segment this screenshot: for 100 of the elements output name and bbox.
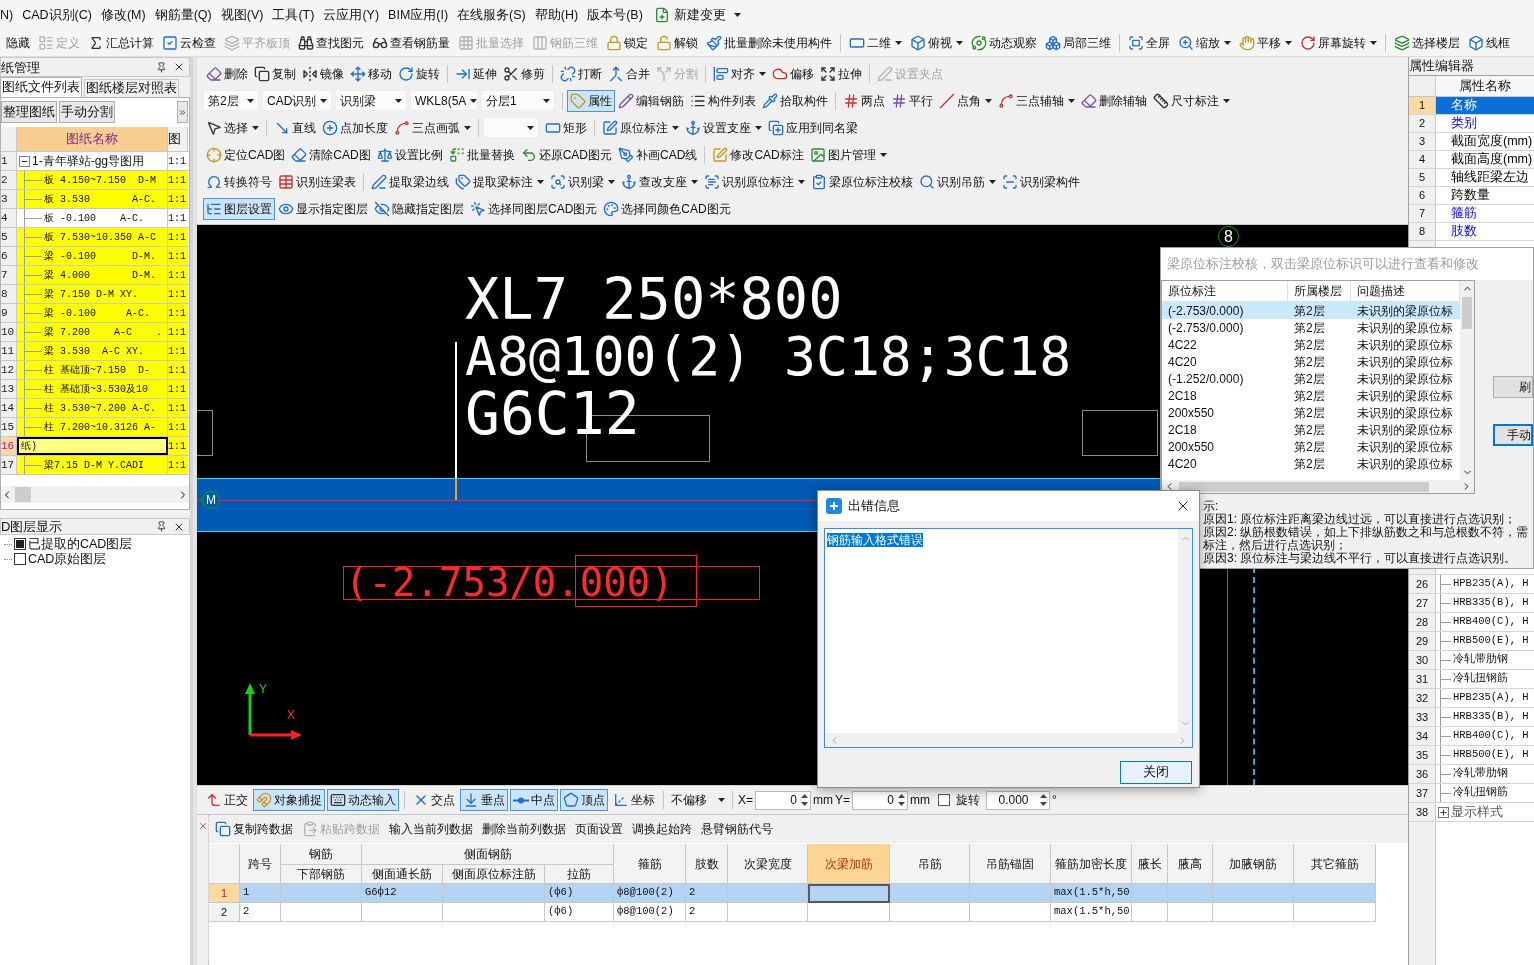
tool-button[interactable]: 顶点 — [560, 789, 608, 811]
tool-button[interactable]: 页面设置 — [572, 818, 626, 840]
menu-button[interactable]: 识别吊筋 — [916, 170, 999, 193]
horizontal-scrollbar[interactable] — [1162, 480, 1474, 493]
menu-button[interactable]: 新建变更 — [653, 5, 741, 25]
tool-button[interactable]: 图层设置 — [203, 197, 275, 220]
column-header[interactable]: 钢筋 — [281, 844, 362, 865]
tool-button[interactable]: 查看钢筋量 — [368, 32, 454, 54]
menu-item[interactable]: 视图(V) — [220, 5, 264, 25]
table-cell[interactable]: 梁 4.000 D-M. — [17, 266, 168, 284]
menu-button[interactable]: 三点辅轴 — [995, 89, 1078, 112]
horizontal-scrollbar[interactable] — [1, 486, 189, 503]
column-header[interactable]: 箍筋加密长度 — [1051, 844, 1132, 884]
row-number[interactable]: 2 — [209, 903, 240, 922]
tool-button[interactable]: 清除CAD图 — [288, 143, 374, 166]
row-number[interactable]: 3 — [1, 190, 17, 208]
menu-button[interactable]: 原位标注 — [599, 116, 682, 139]
tool-button[interactable]: 镜像 — [299, 62, 347, 85]
column-header[interactable]: 侧面原位标注筋 — [443, 865, 545, 884]
tool-button[interactable]: 输入当前列数据 — [386, 818, 476, 840]
row-number[interactable]: 8 — [1409, 223, 1436, 240]
column-header[interactable]: 肢数 — [686, 844, 728, 884]
table-row[interactable]: 2 2 (ф6) ф8@100(2) 2 max(1.5*h,50 — [209, 903, 1376, 922]
tool-button[interactable]: 定位CAD图 — [203, 143, 289, 166]
menu-item[interactable]: BIM应用(I) — [388, 5, 449, 25]
tool-button[interactable]: 锁定 — [602, 32, 652, 54]
scroll-thumb[interactable] — [1462, 297, 1472, 329]
row-number[interactable]: 10 — [1, 323, 17, 341]
property-name[interactable]: 轴线距梁左边 — [1436, 169, 1534, 186]
tool-button[interactable]: 动态输入 — [327, 789, 399, 811]
tool-button[interactable]: 设置比例 — [373, 143, 446, 166]
table-cell[interactable]: 梁 -0.100 D-M. — [17, 247, 168, 265]
row-number[interactable]: 11 — [1, 342, 17, 360]
close-icon[interactable] — [173, 61, 185, 73]
tool-button[interactable]: 转换符号 — [203, 170, 275, 193]
pin-icon[interactable] — [156, 61, 167, 73]
row-number[interactable]: 1 — [1, 152, 17, 170]
message-field[interactable]: 钢筋输入格式错误 — [824, 528, 1193, 748]
column-header[interactable]: 腋长 — [1132, 844, 1168, 884]
pin-icon[interactable] — [156, 521, 167, 532]
menu-item[interactable]: 帮助(H) — [534, 5, 579, 25]
table-cell[interactable]: 板 3.530 A-C. — [17, 190, 168, 208]
table-cell[interactable]: 梁7.15 D-M Y.CADI — [17, 456, 168, 474]
column-header[interactable]: 吊筋 — [890, 844, 970, 884]
menu-button[interactable]: 屏幕旋转 — [1296, 32, 1381, 54]
dropdown-field[interactable]: 识别梁 — [335, 90, 407, 111]
scroll-thumb[interactable] — [15, 487, 31, 502]
number-field[interactable]: 0.000 — [986, 790, 1051, 810]
table-cell[interactable]: 梁 7.150 D-M XY. — [17, 285, 168, 303]
table-cell[interactable]: 柱 7.200~10.3126 A- — [17, 418, 168, 436]
table-cell[interactable]: 梁 7.200 A-C . — [17, 323, 168, 341]
property-name[interactable]: 跨数量 — [1436, 187, 1534, 204]
tool-button[interactable]: 拾取构件 — [759, 89, 831, 112]
row-number[interactable]: 6 — [1409, 187, 1436, 204]
tool-button[interactable]: 对象捕捉 — [253, 789, 325, 811]
tool-button[interactable]: 删除当前列数据 — [479, 818, 569, 840]
table-cell[interactable]: 柱 基础顶~3.530及10 — [17, 380, 168, 398]
tool-button[interactable]: 属性 — [567, 89, 615, 112]
column-header[interactable]: 其它箍筋 — [1294, 844, 1376, 884]
row-number[interactable]: 1 — [1409, 97, 1436, 114]
tool-button[interactable]: 编辑钢筋 — [615, 89, 687, 112]
menu-item[interactable]: 工具(T) — [272, 5, 315, 25]
column-header[interactable]: 侧面通长筋 — [362, 865, 443, 884]
tool-button[interactable]: 偏移 — [769, 62, 817, 85]
menu-button[interactable]: 俯视 — [906, 32, 967, 54]
menu-button[interactable]: 对齐 — [710, 62, 769, 85]
dialog-button[interactable]: 关闭 — [1120, 761, 1192, 784]
row-number[interactable]: 4 — [1409, 151, 1436, 168]
tool-button[interactable]: 合并 — [605, 62, 653, 85]
dropdown-field[interactable]: CAD识别 — [262, 90, 332, 111]
table-cell[interactable]: 1-青年驿站-gg导图用 — [17, 152, 168, 170]
tool-button[interactable]: 交点 — [410, 789, 458, 811]
row-number[interactable]: 2 — [1409, 115, 1436, 132]
tool-button[interactable]: 批量替换 — [445, 143, 518, 166]
menu-item[interactable]: 云应用(Y) — [323, 5, 380, 25]
property-name[interactable]: 类别 — [1436, 115, 1534, 132]
table-cell[interactable]: 梁 -0.100 A-C. — [17, 304, 168, 322]
table-cell[interactable]: 梁 3.530 A-C XY. — [17, 342, 168, 360]
row-number[interactable]: 17 — [1, 456, 17, 474]
column-header[interactable]: 图 — [168, 127, 188, 151]
spinner-icon[interactable] — [801, 793, 808, 807]
tool-button[interactable]: 识别连梁表 — [275, 170, 359, 193]
panel-button[interactable]: 手动分割 — [59, 101, 115, 123]
tool-button[interactable]: 修改CAD标注 — [709, 143, 807, 166]
tool-button[interactable]: 两点 — [840, 89, 888, 112]
checkbox[interactable] — [938, 794, 951, 806]
tool-button[interactable]: 直线 — [271, 116, 319, 139]
table-row[interactable]: (-2.753/0.000) 第2层 未识别的梁原位标 — [1162, 302, 1460, 319]
table-cell[interactable]: 柱 3.530~7.200 A-C. — [17, 399, 168, 417]
column-header[interactable]: 次梁宽度 — [728, 844, 808, 884]
tool-button[interactable]: 修剪 — [500, 62, 548, 85]
tool-button[interactable]: 悬臂钢筋代号 — [698, 818, 776, 840]
tool-button[interactable]: 复制 — [251, 62, 299, 85]
menu-item[interactable]: CAD识别(C) — [22, 5, 92, 25]
tool-button[interactable]: 隐藏 — [2, 32, 34, 54]
scroll-thumb[interactable] — [1179, 481, 1429, 492]
column-header[interactable]: 原位标注 — [1162, 281, 1288, 301]
table-row[interactable]: 1 1 G6ф12 (ф6) ф8@100(2) 2 max(1.5*h,50 — [209, 884, 1376, 903]
column-header[interactable]: 跨号 — [240, 844, 281, 884]
column-header[interactable]: 下部钢筋 — [281, 865, 362, 884]
